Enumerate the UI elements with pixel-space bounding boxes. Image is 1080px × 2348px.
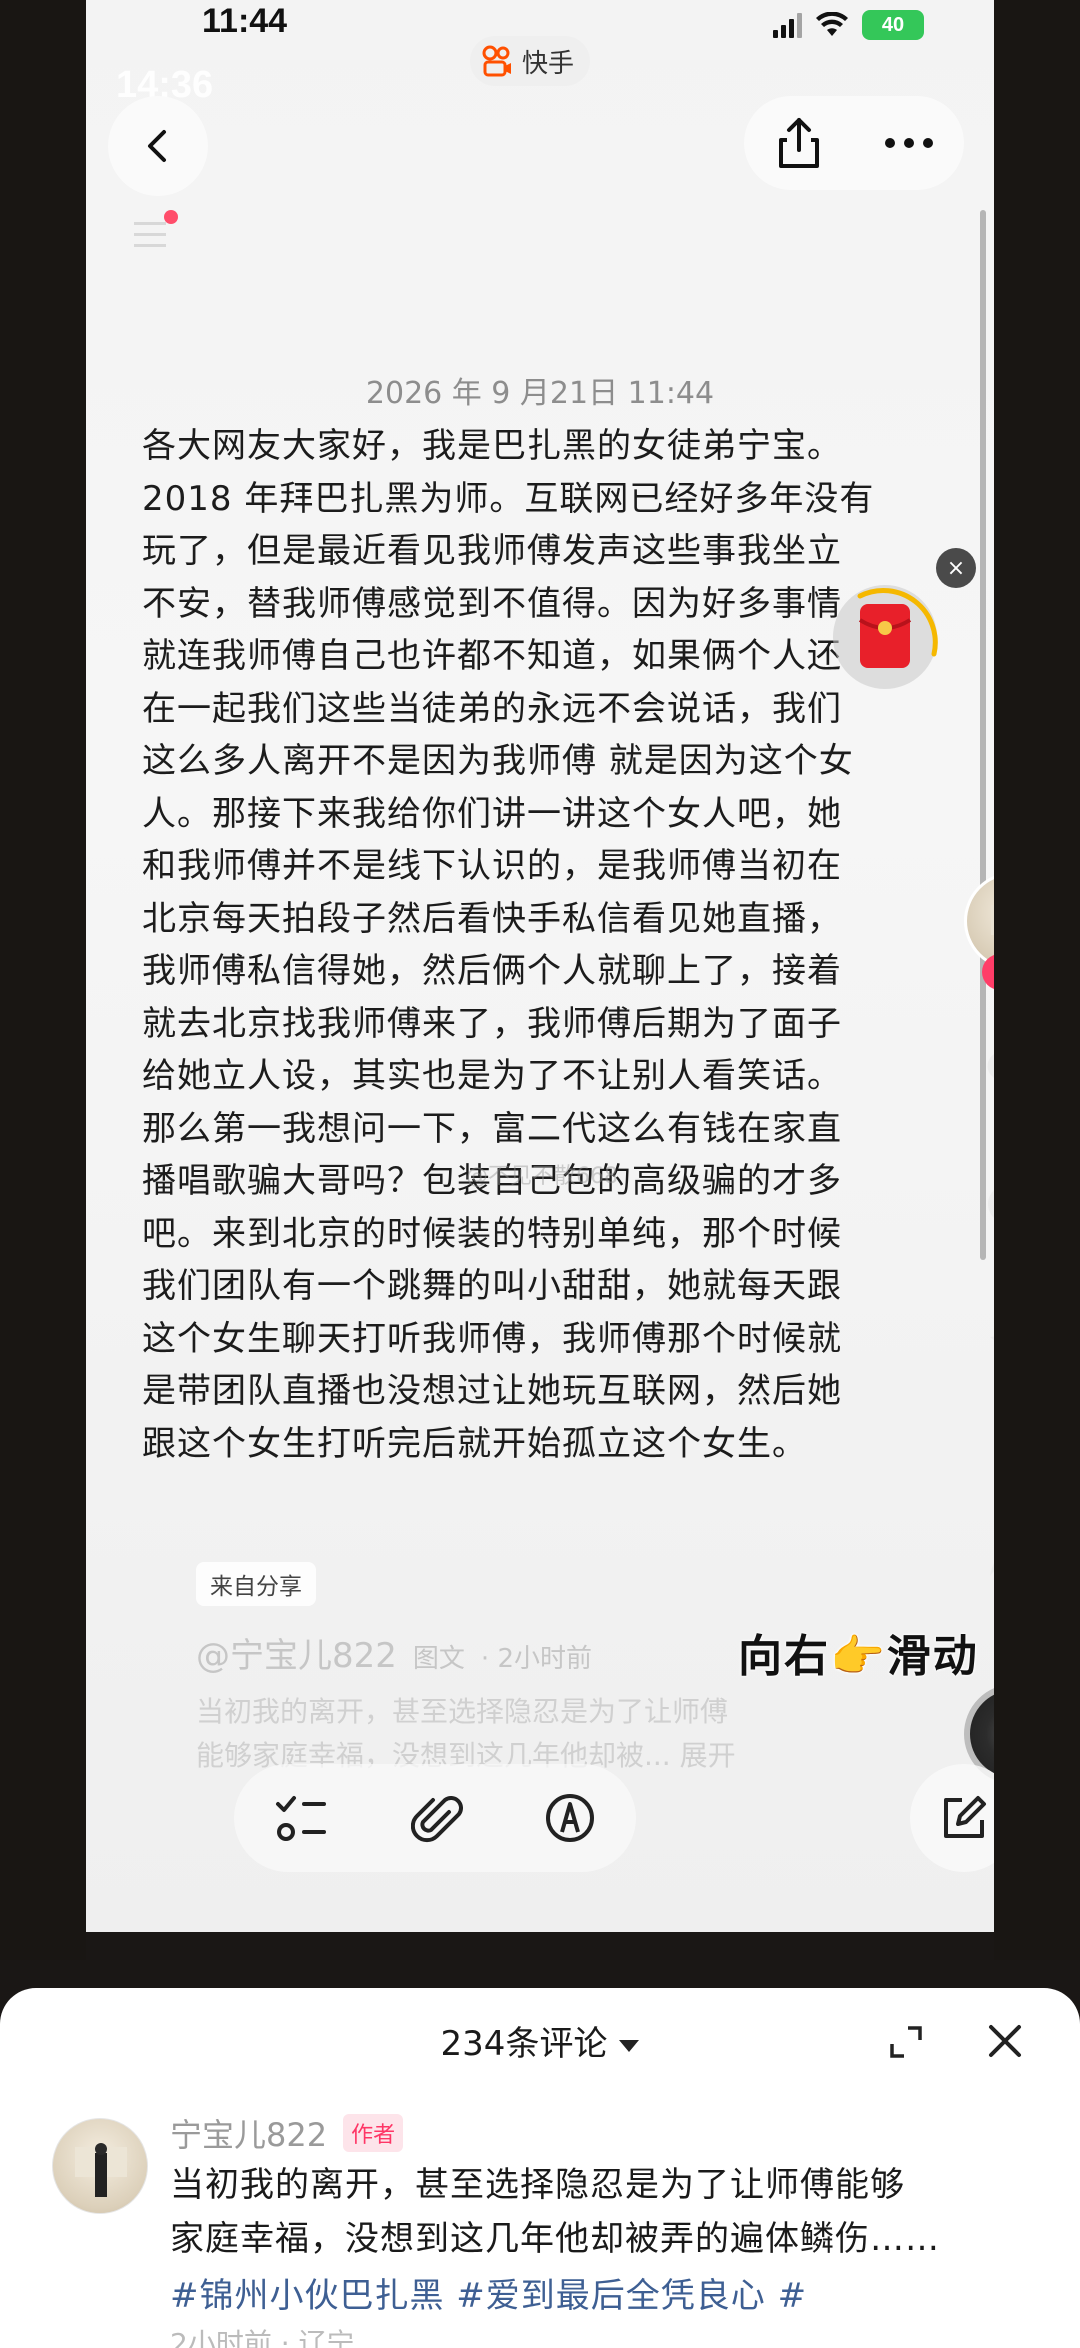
post-line: 北京每天拍段子然后看快手私信看见她直播， xyxy=(142,898,842,939)
post-line: 给她立人设，其实也是为了不让别人看笑话。 xyxy=(142,1056,842,1096)
favorite-button[interactable]: 78 xyxy=(966,1316,994,1399)
status-icons: 40 xyxy=(773,10,924,40)
close-redpacket-button[interactable]: × xyxy=(936,548,976,588)
wifi-icon xyxy=(816,12,848,36)
post-line: 吧。来到北京的时候装的特别单纯，那个时候 xyxy=(142,1213,842,1254)
comments-count-label: 234条评论 xyxy=(440,2024,608,2064)
forward-icon xyxy=(990,1563,994,1576)
back-button[interactable] xyxy=(108,96,208,196)
author-line: @宁宝儿822 图文 · 2小时前 xyxy=(196,1628,592,1677)
author-avatar[interactable] xyxy=(964,872,994,970)
comment-line: 家庭幸福，没想到这几年他却被弄的遍体鳞伤…… xyxy=(170,2219,940,2259)
star-icon xyxy=(990,1336,994,1341)
kuaishou-logo-icon xyxy=(482,45,511,77)
post-line: 这个女生聊天打听我师傅，我师傅那个时候就 xyxy=(142,1318,842,1359)
notification-dot xyxy=(164,210,178,224)
post-body: 各大网友大家好，我是巴扎黑的女徒弟宁宝。 2018 年拜巴扎黑为师。互联网已经好… xyxy=(142,420,942,1470)
post-line: 就连我师傅自己也许都不知道，如果俩个人还 xyxy=(142,636,842,676)
like-count: 882 xyxy=(966,1108,994,1133)
share-count: 342 xyxy=(966,1588,994,1613)
app-badge-label: 快手 xyxy=(522,48,575,79)
screenshot-phone: 11:44 40 14:36 快手 2026 年 9 月21日 11:44 各大… xyxy=(86,0,994,1932)
post-line: 不安，替我师傅感觉到不值得。因为好多事情 xyxy=(142,583,842,624)
post-type: 图文 xyxy=(412,1644,465,1674)
paperclip-icon[interactable] xyxy=(410,1790,463,1846)
comment-icon xyxy=(988,1189,994,1219)
post-line: 就去北京找我师傅来了，我师傅后期为了面子 xyxy=(142,1003,842,1044)
battery-level: 40 xyxy=(881,13,905,36)
close-icon[interactable] xyxy=(986,2022,1024,2060)
post-line: 玩了，但是最近看见我师傅发声这些事我坐立 xyxy=(142,531,842,571)
avatar-photo-icon xyxy=(75,2143,127,2197)
author-badge: 作者 xyxy=(343,2114,404,2152)
post-date: 2026 年 9 月21日 11:44 xyxy=(365,376,715,411)
app-badge: 快手 xyxy=(470,36,591,86)
heart-icon xyxy=(987,1054,994,1078)
frame-right xyxy=(994,0,1080,1960)
post-line: 2018 年拜巴扎黑为师。互联网已经好多年没有 xyxy=(142,478,875,519)
comment-count: 234 xyxy=(966,1238,994,1263)
like-button[interactable]: 882 xyxy=(966,1050,994,1133)
comment-line: 当初我的离开，甚至选择隐忍是为了让师傅能够 xyxy=(170,2165,905,2205)
description-line: 当初我的离开，甚至选择隐忍是为了让师傅 xyxy=(196,1695,729,1728)
post-line: 跟这个女生打听完后就开始孤立这个女生。 xyxy=(142,1423,807,1464)
post-line: 我们团队有一个跳舞的叫小甜甜，她就每天跟 xyxy=(142,1266,842,1306)
chevron-down-icon xyxy=(619,2039,640,2052)
nav-actions xyxy=(744,96,964,190)
expand-icon[interactable] xyxy=(888,2024,924,2060)
checklist-icon[interactable] xyxy=(274,1792,330,1844)
note-toolbar xyxy=(234,1764,636,1872)
post-line: 那么第一我想问一下，富二代这么有钱在家直 xyxy=(142,1108,842,1149)
more-icon[interactable] xyxy=(884,137,934,149)
hashtag-links[interactable]: #锦州小伙巴扎黑 #爱到最后全凭良心 # xyxy=(170,2268,807,2317)
post-line: 这么多人离开不是因为我师傅 就是因为这个女 xyxy=(142,741,854,781)
comments-sheet: 234条评论 宁宝儿822 作者 当初我的离开，甚至选择隐忍是为了让师傅能够 家… xyxy=(0,1988,1080,2348)
pen-icon[interactable] xyxy=(544,1792,596,1844)
share-icon[interactable] xyxy=(775,116,823,170)
author-handle[interactable]: @宁宝儿822 xyxy=(196,1628,397,1677)
post-line: 和我师傅并不是线下认识的，是我师傅当初在 xyxy=(142,846,842,886)
comment-button[interactable]: 234 xyxy=(966,1180,994,1263)
post-time: · 2小时前 xyxy=(480,1644,592,1674)
edit-button[interactable] xyxy=(910,1764,994,1872)
swipe-hint: 向右👉滑动 xyxy=(738,1631,979,1682)
comment-text: 当初我的离开，甚至选择隐忍是为了让师傅能够 家庭幸福，没想到这几年他却被弄的遍体… xyxy=(170,2158,1050,2266)
comment-avatar[interactable] xyxy=(52,2118,148,2214)
frame-left xyxy=(0,0,86,1960)
comment-user-row: 宁宝儿822 作者 xyxy=(170,2110,404,2156)
watermark: @不见不散668 xyxy=(466,1164,618,1189)
share-side-button[interactable]: 342 xyxy=(966,1530,994,1613)
comment-username[interactable]: 宁宝儿822 xyxy=(170,2110,327,2156)
signal-icon xyxy=(773,12,802,38)
source-tag: 来自分享 xyxy=(196,1562,316,1606)
status-time: 11:44 xyxy=(202,2,288,40)
favorite-count: 78 xyxy=(966,1374,994,1399)
post-line: 各大网友大家好，我是巴扎黑的女徒弟宁宝。 xyxy=(142,426,842,466)
post-line: 是带团队直播也没想过让她玩互联网，然后她 xyxy=(142,1371,842,1411)
red-packet-icon[interactable] xyxy=(830,574,940,700)
post-line: 在一起我们这些当徒弟的永远不会说话，我们 xyxy=(142,688,842,729)
post-line: 人。那接下来我给你们讲一讲这个女人吧，她 xyxy=(142,793,842,834)
chevron-left-icon xyxy=(148,130,166,162)
comment-meta: 2小时前 · 辽宁 xyxy=(170,2327,355,2348)
edit-icon xyxy=(944,1796,986,1838)
battery-icon: 40 xyxy=(862,10,924,40)
post-line: 我师傅私信得她，然后俩个人就聊上了，接着 xyxy=(142,951,842,991)
